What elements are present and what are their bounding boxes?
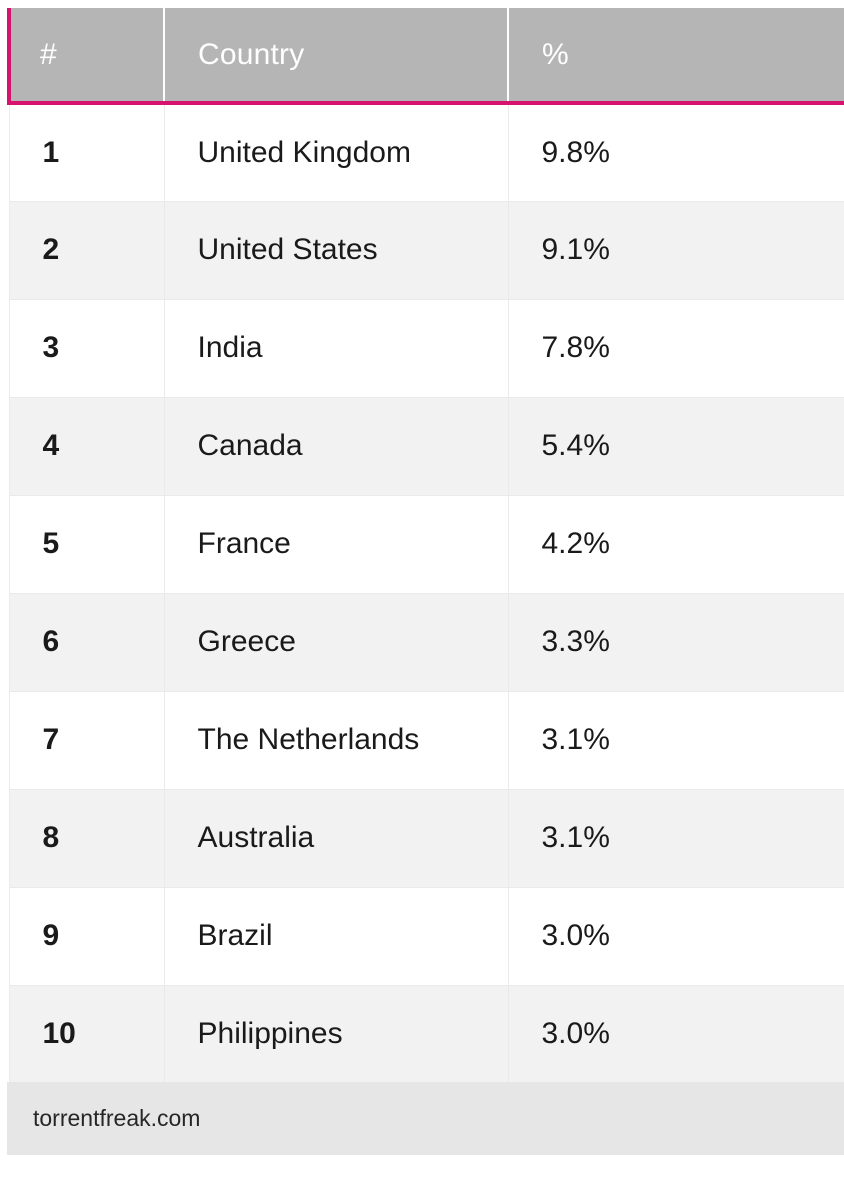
- table-header: # Country %: [7, 8, 844, 105]
- table-row: 2 United States 9.1%: [8, 201, 844, 300]
- country-ranking-table: # Country % 1 United Kingdom 9.8% 2 Unit…: [7, 8, 844, 1084]
- source-bar: torrentfreak.com: [7, 1082, 844, 1155]
- cell-percent: 3.1%: [507, 691, 844, 790]
- cell-percent: 3.0%: [507, 887, 844, 986]
- cell-rank: 8: [8, 789, 164, 888]
- cell-rank: 10: [8, 985, 164, 1084]
- table-row: 5 France 4.2%: [8, 495, 844, 594]
- cell-rank: 6: [8, 593, 164, 692]
- table-row: 1 United Kingdom 9.8%: [8, 103, 844, 202]
- column-header-percent: %: [507, 8, 844, 105]
- cell-country: United Kingdom: [163, 103, 508, 202]
- cell-country: Greece: [163, 593, 508, 692]
- cell-country: France: [163, 495, 508, 594]
- table-header-row: # Country %: [7, 8, 844, 105]
- cell-country: The Netherlands: [163, 691, 508, 790]
- cell-rank: 5: [8, 495, 164, 594]
- cell-percent: 9.1%: [507, 201, 844, 300]
- table-row: 10 Philippines 3.0%: [8, 985, 844, 1084]
- cell-country: Canada: [163, 397, 508, 496]
- cell-percent: 7.8%: [507, 299, 844, 398]
- cell-country: India: [163, 299, 508, 398]
- cell-percent: 3.3%: [507, 593, 844, 692]
- column-header-country: Country: [163, 8, 508, 105]
- cell-rank: 7: [8, 691, 164, 790]
- source-label: torrentfreak.com: [33, 1105, 201, 1131]
- table-body: 1 United Kingdom 9.8% 2 United States 9.…: [8, 103, 844, 1084]
- cell-percent: 3.0%: [507, 985, 844, 1084]
- cell-percent: 5.4%: [507, 397, 844, 496]
- cell-percent: 4.2%: [507, 495, 844, 594]
- table-row: 7 The Netherlands 3.1%: [8, 691, 844, 790]
- cell-country: Brazil: [163, 887, 508, 986]
- cell-percent: 3.1%: [507, 789, 844, 888]
- table-row: 6 Greece 3.3%: [8, 593, 844, 692]
- table-row: 4 Canada 5.4%: [8, 397, 844, 496]
- cell-rank: 1: [8, 103, 164, 202]
- column-header-rank: #: [7, 8, 164, 105]
- cell-country: United States: [163, 201, 508, 300]
- cell-percent: 9.8%: [507, 103, 844, 202]
- ranking-table-container: # Country % 1 United Kingdom 9.8% 2 Unit…: [7, 8, 844, 1084]
- cell-rank: 9: [8, 887, 164, 986]
- table-row: 3 India 7.8%: [8, 299, 844, 398]
- cell-rank: 2: [8, 201, 164, 300]
- cell-rank: 4: [8, 397, 164, 496]
- cell-country: Australia: [163, 789, 508, 888]
- table-row: 8 Australia 3.1%: [8, 789, 844, 888]
- table-row: 9 Brazil 3.0%: [8, 887, 844, 986]
- cell-rank: 3: [8, 299, 164, 398]
- cell-country: Philippines: [163, 985, 508, 1084]
